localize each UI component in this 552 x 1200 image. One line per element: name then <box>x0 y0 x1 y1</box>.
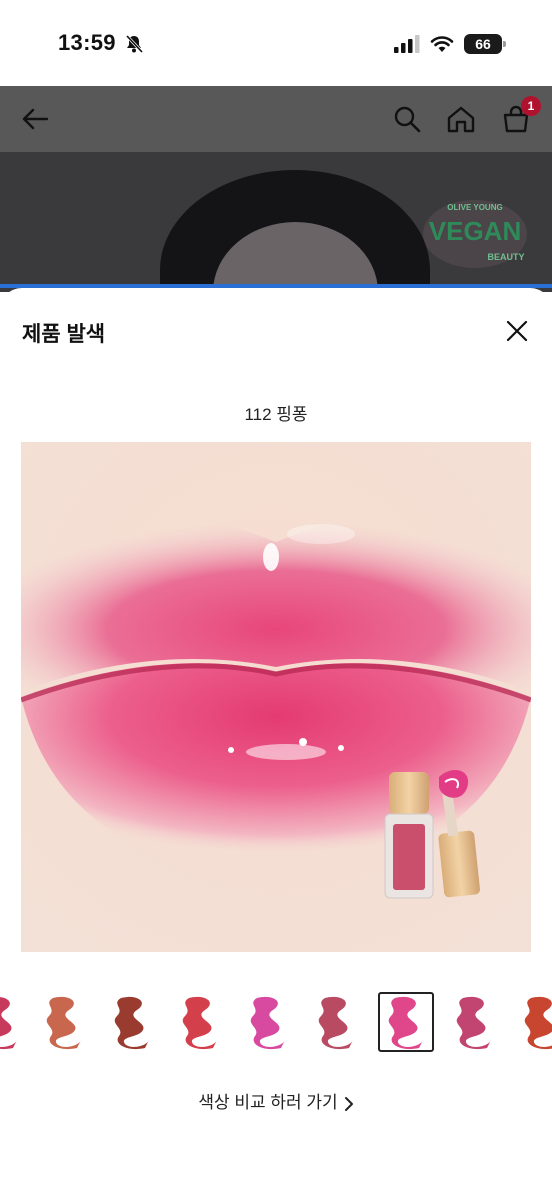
battery-level: 66 <box>475 36 491 52</box>
shade-swatch[interactable] <box>446 992 502 1052</box>
shade-swatch[interactable] <box>172 992 228 1052</box>
status-time: 13:59 <box>58 30 116 55</box>
hero-image: OLIVE YOUNG VEGAN BEAUTY <box>0 152 552 292</box>
shade-swatch-row <box>0 992 552 1052</box>
battery-icon: 66 <box>464 34 506 54</box>
svg-text:VEGAN: VEGAN <box>429 216 521 246</box>
back-arrow-icon[interactable] <box>16 100 54 138</box>
signal-icon <box>394 35 420 53</box>
cart-icon[interactable]: 1 <box>497 96 541 138</box>
app-header: 1 <box>0 86 552 152</box>
shade-swatch[interactable] <box>308 992 364 1052</box>
shade-swatch[interactable] <box>104 992 160 1052</box>
status-bar: 13:59 66 <box>0 0 552 86</box>
shade-swatch[interactable] <box>240 992 296 1052</box>
compare-colors-link[interactable]: 색상 비교 하러 가기 <box>0 1088 552 1113</box>
cart-count-badge: 1 <box>521 96 541 116</box>
screen: 13:59 66 1 OLIVE YOUNG VEGAN BEAUTY 제품 발… <box>0 0 552 1200</box>
status-right: 66 <box>394 34 506 54</box>
shade-name: 112 핑퐁 <box>244 405 308 424</box>
svg-text:BEAUTY: BEAUTY <box>487 252 524 262</box>
compare-colors-label: 색상 비교 하러 가기 <box>198 1093 338 1112</box>
shade-swatch-selected[interactable] <box>378 992 434 1052</box>
shade-swatch[interactable] <box>0 992 28 1052</box>
svg-text:OLIVE YOUNG: OLIVE YOUNG <box>447 203 502 212</box>
close-icon[interactable] <box>506 320 528 342</box>
chevron-right-icon <box>344 1096 353 1111</box>
close-button[interactable] <box>502 316 532 346</box>
wifi-icon <box>430 36 454 52</box>
lip-swatch-photo <box>21 442 531 952</box>
search-icon[interactable] <box>388 100 426 138</box>
shade-bottom-sheet: 제품 발색 112 핑퐁 색상 비교 하러 가기 <box>0 288 552 1200</box>
battery-nub <box>503 41 506 47</box>
vegan-badge-logo: OLIVE YOUNG VEGAN BEAUTY <box>423 200 527 268</box>
lip-swatch-illustration <box>21 442 531 952</box>
bell-muted-icon <box>125 34 144 54</box>
shade-swatch[interactable] <box>514 992 552 1052</box>
home-icon[interactable] <box>442 100 480 138</box>
shade-swatch[interactable] <box>36 992 92 1052</box>
sheet-title: 제품 발색 <box>22 323 106 346</box>
